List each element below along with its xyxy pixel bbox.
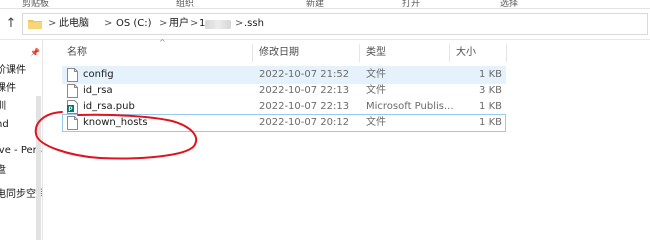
navigation-pane: 📌 阶课件 课件 训 nd ive - Perso 盘 电同步空间 xyxy=(0,40,43,240)
address-bar[interactable]: > 此电脑 > OS (C:) > 用户 > 1 > .ssh xyxy=(22,13,648,35)
breadcrumb-separator: > xyxy=(235,18,244,29)
ribbon-group-new: 新建 xyxy=(306,0,325,9)
breadcrumb-os-drive[interactable]: OS (C:) xyxy=(116,14,152,34)
file-icon xyxy=(67,68,78,82)
column-header-type[interactable]: 类型 xyxy=(366,46,386,60)
ribbon-group-clipboard: 剪贴板 xyxy=(22,0,50,9)
column-header-size[interactable]: 大小 xyxy=(456,46,476,60)
file-name: known_hosts xyxy=(83,117,148,128)
nav-scrollbar[interactable] xyxy=(36,96,41,240)
file-icon xyxy=(67,84,78,98)
breadcrumb-users[interactable]: 用户 xyxy=(169,14,189,34)
redacted-username xyxy=(205,20,231,29)
sort-caret-icon: ^ xyxy=(159,38,166,47)
column-header-name[interactable]: 名称 xyxy=(67,46,87,60)
ribbon-group-select: 选择 xyxy=(500,0,519,9)
svg-text:P: P xyxy=(68,107,72,113)
breadcrumb-separator: > xyxy=(190,18,199,29)
ribbon-group-open: 打开 xyxy=(402,0,421,9)
breadcrumb-separator: > xyxy=(48,18,57,29)
column-divider[interactable] xyxy=(359,44,360,62)
nav-item[interactable]: 课件 xyxy=(0,82,42,96)
ribbon-groups: 剪贴板 组织 新建 打开 选择 xyxy=(0,0,650,9)
breadcrumb-ssh[interactable]: .ssh xyxy=(244,14,264,34)
breadcrumb-this-pc[interactable]: 此电脑 xyxy=(59,14,89,34)
column-divider[interactable] xyxy=(252,44,253,62)
file-icon xyxy=(67,116,78,130)
file-size: 1 KB xyxy=(479,117,502,128)
column-divider[interactable] xyxy=(506,44,507,62)
publisher-file-icon: P xyxy=(67,100,78,114)
address-row: ↑ > 此电脑 > OS (C:) > 用户 > 1 > .ssh xyxy=(0,9,650,40)
up-arrow-icon[interactable]: ↑ xyxy=(4,16,18,32)
column-divider[interactable] xyxy=(449,44,450,62)
folder-icon xyxy=(28,20,42,29)
pin-icon[interactable]: 📌 xyxy=(30,48,40,57)
breadcrumb-separator: > xyxy=(159,18,168,29)
breadcrumb-separator: > xyxy=(104,18,113,29)
column-header-date[interactable]: 修改日期 xyxy=(259,46,299,60)
file-type: 文件 xyxy=(366,117,386,128)
file-date: 2022-10-07 20:12 xyxy=(259,117,350,128)
nav-item[interactable]: 阶课件 xyxy=(0,64,42,78)
ribbon-group-organize: 组织 xyxy=(176,0,195,9)
table-row[interactable]: known_hosts 2022-10-07 20:12 文件 1 KB xyxy=(62,114,506,132)
